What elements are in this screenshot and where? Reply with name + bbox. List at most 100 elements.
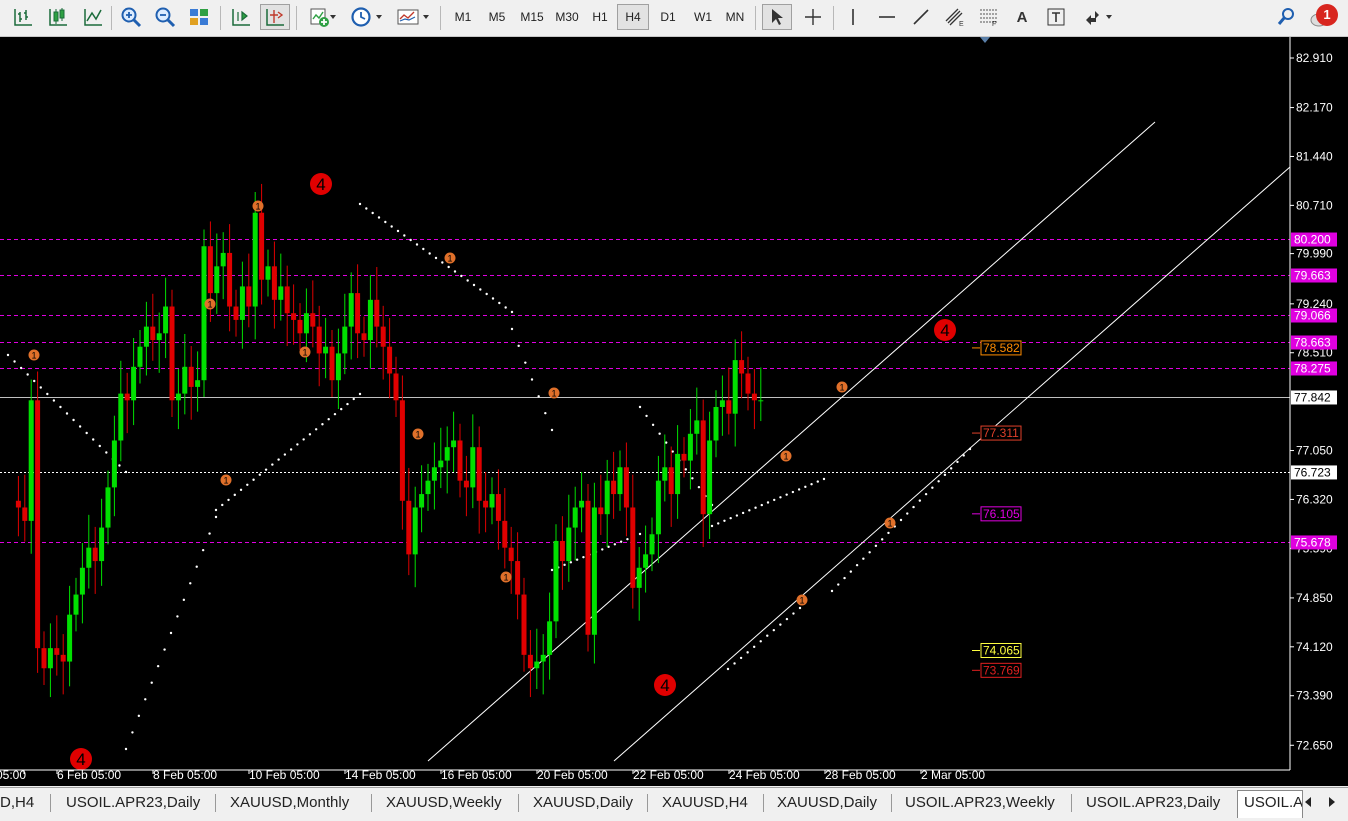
sar-dot bbox=[822, 477, 826, 481]
arrows-button[interactable] bbox=[1076, 4, 1110, 30]
tab-scroll-arrows[interactable] bbox=[1302, 795, 1342, 809]
auto-scroll-button[interactable] bbox=[226, 4, 256, 30]
text-tool-button[interactable]: A bbox=[1008, 4, 1036, 30]
bear-candle bbox=[393, 373, 399, 401]
sar-dot bbox=[912, 505, 915, 509]
wave-4-label: 4 bbox=[940, 321, 949, 340]
channel-lines[interactable] bbox=[427, 121, 1291, 762]
bull-candle bbox=[694, 420, 700, 434]
sar-dot bbox=[195, 565, 198, 568]
fibonacci-button[interactable]: F bbox=[974, 4, 1004, 30]
sar-dot bbox=[726, 667, 730, 671]
scroll-left-icon[interactable] bbox=[1305, 797, 1311, 807]
channel-lower-line[interactable] bbox=[613, 166, 1291, 762]
template-icon bbox=[397, 9, 419, 25]
tab-chart-2[interactable]: USOIL.APR23,Daily bbox=[60, 791, 206, 815]
bull-candle bbox=[28, 400, 34, 521]
search-button[interactable] bbox=[1272, 4, 1300, 30]
tile-windows-button[interactable] bbox=[184, 4, 214, 30]
sar-dot bbox=[289, 448, 293, 451]
tf-m15[interactable]: M15 bbox=[515, 4, 549, 30]
candlestick-button[interactable] bbox=[43, 4, 73, 30]
tf-d1[interactable]: D1 bbox=[652, 4, 684, 30]
sar-dot bbox=[524, 361, 527, 364]
vertical-line-button[interactable] bbox=[838, 4, 868, 30]
templates-button[interactable] bbox=[392, 4, 424, 30]
sar-dot bbox=[664, 441, 668, 444]
periods-button[interactable] bbox=[346, 4, 376, 30]
bear-candle bbox=[41, 648, 47, 669]
sar-dot bbox=[626, 537, 629, 541]
level-price-label: 78.275 bbox=[1294, 361, 1331, 375]
sar-dot bbox=[396, 229, 400, 233]
sar-dot bbox=[785, 493, 788, 496]
sar-dot bbox=[13, 360, 16, 363]
bull-candle bbox=[99, 527, 105, 562]
tf-w1[interactable]: W1 bbox=[687, 4, 719, 30]
tab-chart-8[interactable]: USOIL.APR23,Weekly bbox=[899, 791, 1061, 815]
tab-chart-9[interactable]: USOIL.APR23,Daily bbox=[1080, 791, 1226, 815]
crosshair-button[interactable] bbox=[798, 4, 828, 30]
bull-candle bbox=[534, 661, 540, 669]
sar-dot bbox=[52, 399, 56, 402]
zoom-out-button[interactable] bbox=[150, 4, 180, 30]
bull-candle bbox=[687, 433, 693, 461]
tf-m5[interactable]: M5 bbox=[481, 4, 513, 30]
bull-candle bbox=[438, 460, 444, 468]
bull-candle bbox=[163, 306, 169, 334]
search-icon bbox=[1277, 8, 1294, 25]
tab-chart-4[interactable]: XAUUSD,Weekly bbox=[380, 791, 508, 815]
bear-candle bbox=[399, 400, 405, 501]
bear-candle bbox=[233, 306, 239, 320]
sar-dot bbox=[403, 234, 406, 237]
tab-chart-5[interactable]: XAUUSD,Daily bbox=[527, 791, 639, 815]
sar-dot bbox=[746, 651, 749, 654]
sar-dot bbox=[415, 243, 419, 246]
sar-dot bbox=[252, 478, 255, 481]
bull-candle bbox=[201, 246, 207, 381]
horizontal-line-button[interactable] bbox=[872, 4, 902, 30]
tf-mn[interactable]: MN bbox=[719, 4, 751, 30]
bull-candle bbox=[713, 406, 719, 441]
equidistant-channel-button[interactable]: E bbox=[940, 4, 970, 30]
sar-dot bbox=[176, 615, 179, 618]
sar-dot bbox=[227, 498, 230, 502]
horizontal-line-icon bbox=[879, 16, 895, 18]
wave-1-label: 1 bbox=[415, 430, 420, 440]
tf-m30[interactable]: M30 bbox=[550, 4, 584, 30]
text-label-button[interactable] bbox=[1041, 4, 1071, 30]
time-tick-label: 20 Feb 05:00 bbox=[537, 768, 608, 782]
sar-dot bbox=[365, 207, 368, 210]
shift-marker-icon[interactable] bbox=[980, 37, 990, 43]
sar-dot bbox=[390, 225, 393, 228]
line-chart-button[interactable] bbox=[78, 4, 108, 30]
bar-chart-button[interactable] bbox=[8, 4, 38, 30]
tab-chart-3[interactable]: XAUUSD,Monthly bbox=[224, 791, 355, 815]
tf-h4[interactable]: H4 bbox=[617, 4, 649, 30]
tf-m1[interactable]: M1 bbox=[447, 4, 479, 30]
tab-chart-1[interactable]: D,H4 bbox=[0, 791, 40, 815]
sar-dot bbox=[739, 656, 743, 660]
tab-chart-6[interactable]: XAUUSD,H4 bbox=[656, 791, 754, 815]
tab-chart-active[interactable]: USOIL.A bbox=[1237, 790, 1303, 818]
chart-shift-button[interactable] bbox=[260, 4, 290, 30]
cursor-arrow-icon bbox=[772, 9, 783, 25]
sar-dot bbox=[530, 378, 534, 381]
bull-candle bbox=[566, 527, 572, 562]
chart-window[interactable]: 4 4 4 4 1 1 1 1 1 1 1 1 1 1 1 1 1 78.582 77.311 76.105 74.0… bbox=[0, 37, 1348, 786]
zoom-in-button[interactable] bbox=[116, 4, 146, 30]
price-axis[interactable] bbox=[0, 37, 1291, 771]
sar-dot bbox=[717, 522, 720, 525]
price-tick-label: 79.990 bbox=[1296, 247, 1333, 261]
bull-candle bbox=[156, 333, 162, 341]
tf-h1[interactable]: H1 bbox=[584, 4, 616, 30]
price-chart[interactable]: 4 4 4 4 1 1 1 1 1 1 1 1 1 1 1 1 1 78.582 77.311 76.105 74.0… bbox=[0, 37, 1348, 786]
trendline-button[interactable] bbox=[906, 4, 936, 30]
sar-dot bbox=[19, 366, 23, 370]
sar-dot bbox=[65, 412, 69, 415]
cursor-button[interactable] bbox=[762, 4, 792, 30]
tab-chart-7[interactable]: XAUUSD,Daily bbox=[771, 791, 883, 815]
scroll-right-icon[interactable] bbox=[1329, 797, 1335, 807]
sar-dot bbox=[791, 490, 795, 494]
bear-candle bbox=[406, 500, 412, 555]
